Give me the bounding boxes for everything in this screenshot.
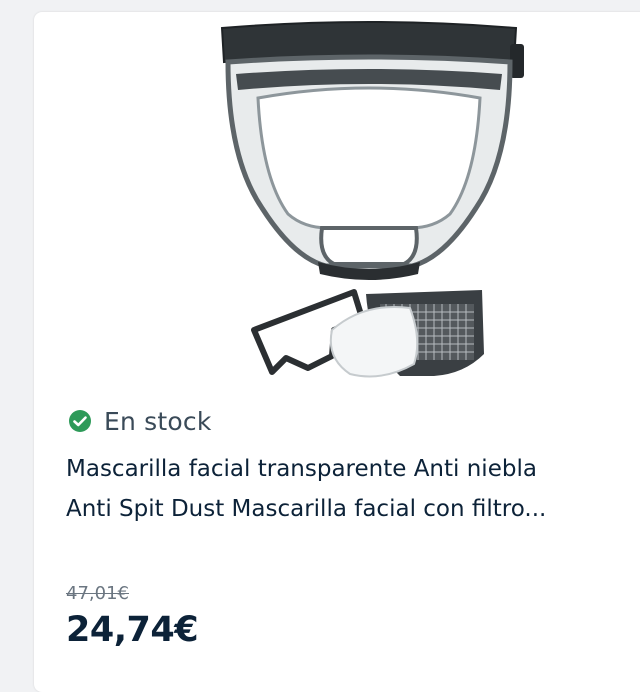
product-title-line-2[interactable]: Anti Spit Dust Mascarilla facial con fil… bbox=[66, 489, 636, 529]
check-circle-icon bbox=[69, 410, 91, 432]
product-image[interactable] bbox=[214, 18, 524, 398]
stock-status: En stock bbox=[68, 405, 212, 437]
original-price: 47,01€ bbox=[66, 583, 129, 604]
product-title[interactable]: Mascarilla facial transparente Anti nieb… bbox=[66, 449, 636, 529]
product-title-line-1[interactable]: Mascarilla facial transparente Anti nieb… bbox=[66, 449, 636, 489]
stock-label: En stock bbox=[104, 406, 212, 436]
current-price: 24,74€ bbox=[66, 610, 199, 650]
product-card[interactable]: En stock Mascarilla facial transparente … bbox=[34, 12, 640, 692]
